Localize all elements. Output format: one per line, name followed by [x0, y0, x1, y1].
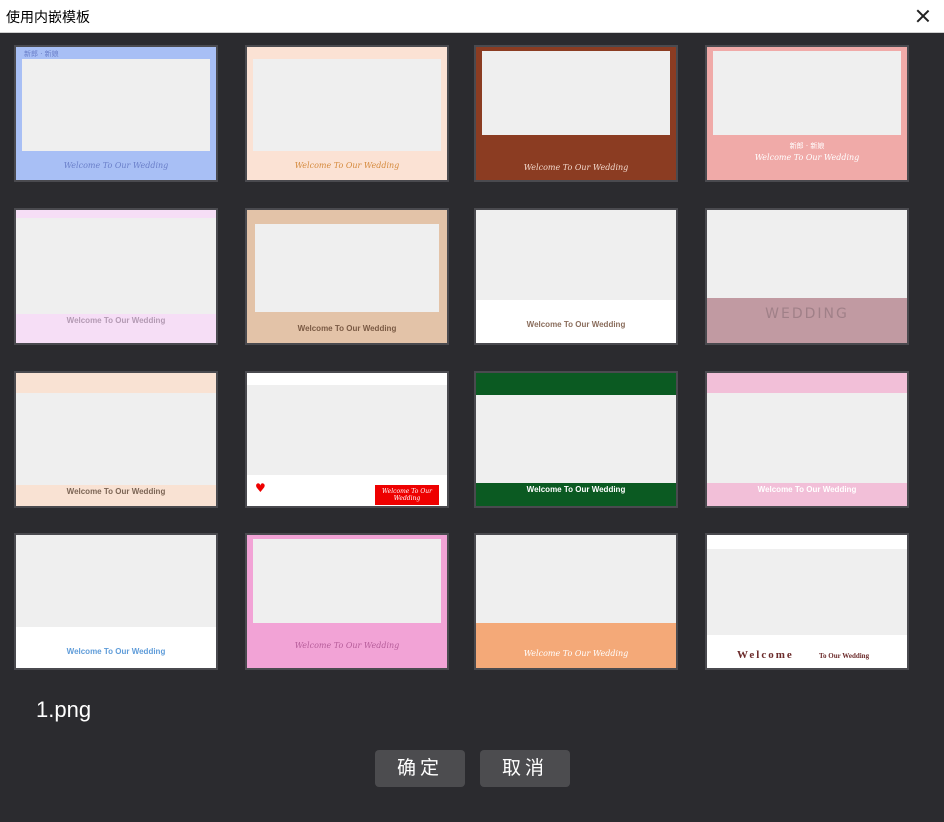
template-caption: Welcome To Our Wedding: [66, 316, 166, 325]
template-caption: Welcome To Our Wedding: [63, 161, 169, 170]
template-thumbnail[interactable]: WEDDING: [705, 208, 909, 345]
template-thumbnail[interactable]: Welcome To Our Wedding: [474, 208, 678, 345]
template-header-text: 新郎 · 新娘: [789, 142, 825, 150]
photo-placeholder: [482, 51, 670, 135]
template-caption: Welcome To Our Wedding: [523, 649, 629, 658]
template-thumbnail[interactable]: Welcome To Our Wedding: [245, 45, 449, 182]
close-icon[interactable]: [910, 4, 936, 28]
template-thumbnail[interactable]: Welcome To Our Wedding: [705, 533, 909, 670]
template-caption: Welcome To Our Wedding: [297, 324, 397, 333]
template-caption: Welcome To Our Wedding: [66, 647, 166, 656]
cancel-button[interactable]: 取消: [480, 750, 570, 787]
photo-placeholder: [16, 218, 216, 314]
template-thumbnail[interactable]: 新郎 · 新娘 Welcome To Our Wedding: [14, 45, 218, 182]
photo-placeholder: [253, 539, 441, 623]
title-bar: 使用内嵌模板: [0, 0, 944, 33]
template-thumbnail[interactable]: Welcome To Our Wedding: [14, 533, 218, 670]
template-thumbnail[interactable]: Welcome To Our Wedding ♥: [245, 371, 449, 508]
template-caption: Welcome To Our Wedding: [375, 485, 439, 505]
template-caption: Welcome To Our Wedding: [754, 153, 860, 162]
template-caption: Welcome: [737, 649, 794, 661]
photo-placeholder: [476, 395, 676, 483]
heart-icon: ♥: [255, 481, 266, 495]
photo-placeholder: [707, 210, 907, 298]
photo-placeholder: [253, 59, 441, 151]
photo-placeholder: [16, 393, 216, 485]
template-caption: Welcome To Our Wedding: [757, 485, 857, 494]
photo-placeholder: [22, 59, 210, 151]
template-caption: Welcome To Our Wedding: [523, 163, 629, 172]
photo-placeholder: [247, 385, 447, 475]
template-caption: Welcome To Our Wedding: [294, 641, 400, 650]
template-caption-suffix: To Our Wedding: [819, 652, 870, 660]
photo-placeholder: [713, 51, 901, 135]
template-thumbnail[interactable]: Welcome To Our Wedding: [474, 533, 678, 670]
photo-placeholder: [476, 535, 676, 623]
photo-placeholder: [16, 535, 216, 627]
photo-placeholder: [476, 210, 676, 300]
template-thumbnail[interactable]: 新郎 · 新娘 Welcome To Our Wedding: [705, 45, 909, 182]
confirm-button[interactable]: 确定: [375, 750, 465, 787]
selected-filename: 1.png: [36, 697, 92, 722]
template-caption: Welcome To Our Wedding: [526, 320, 626, 329]
template-thumbnail[interactable]: Welcome To Our Wedding: [14, 371, 218, 508]
photo-placeholder: [707, 549, 907, 635]
template-thumbnail[interactable]: Welcome To Our Wedding: [14, 208, 218, 345]
template-caption: Welcome To Our Wedding: [526, 485, 626, 494]
template-header-text: 新郎 · 新娘: [24, 50, 59, 58]
template-thumbnail[interactable]: Welcome To Our Wedding: [245, 533, 449, 670]
template-caption: Welcome To Our Wedding: [66, 487, 166, 496]
template-caption: Welcome To Our Wedding: [294, 161, 400, 170]
template-caption: WEDDING: [765, 306, 849, 322]
photo-placeholder: [255, 224, 439, 312]
window-title: 使用内嵌模板: [6, 10, 90, 26]
photo-placeholder: [707, 393, 907, 483]
template-thumbnail[interactable]: Welcome To Our Wedding: [474, 45, 678, 182]
template-thumbnail[interactable]: Welcome To Our Wedding: [705, 371, 909, 508]
template-thumbnail[interactable]: Welcome To Our Wedding: [474, 371, 678, 508]
template-thumbnail[interactable]: Welcome To Our Wedding: [245, 208, 449, 345]
